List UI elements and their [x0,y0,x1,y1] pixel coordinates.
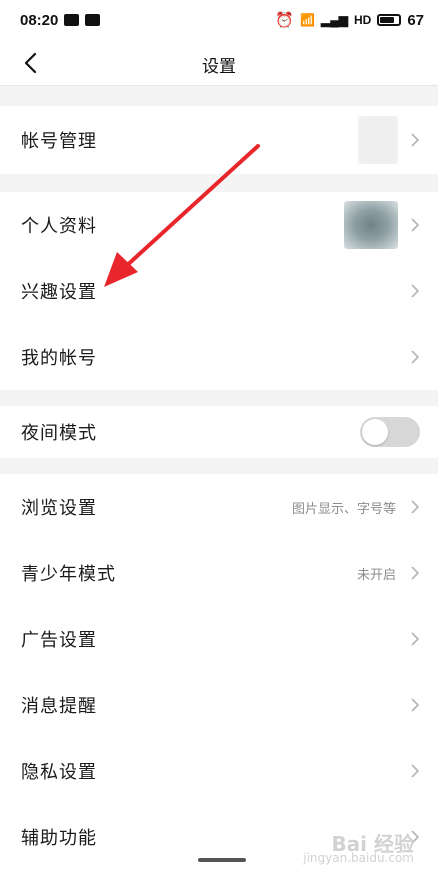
toggle-knob [362,419,388,445]
settings-row-my-account[interactable]: 我的帐号 [0,324,438,390]
watermark-url: jingyan.baidu.com [303,851,414,865]
row-detail: 图片显示、字号等 [291,501,396,517]
wifi-icon: 📶 [300,13,315,27]
signal-icon: ▂▄▆ [321,13,348,27]
watermark-logo-text: Bai 经验 [331,832,414,856]
row-label: 隐私设置 [21,762,97,783]
settings-row-personal-info[interactable]: 个人资料 [0,192,438,258]
settings-row-teen-mode[interactable]: 青少年模式 未开启 [0,540,438,606]
profile-group: 个人资料 兴趣设置 我的帐号 [0,192,438,390]
settings-row-privacy[interactable]: 隐私设置 [0,738,438,804]
nav-bar: 设置 [0,40,438,86]
settings-row-interest[interactable]: 兴趣设置 [0,258,438,324]
row-label: 浏览设置 [21,498,97,519]
settings-row-account-management[interactable]: 帐号管理 [0,106,438,174]
row-label: 广告设置 [21,630,97,651]
notification-icon [64,14,80,26]
battery-level: 67 [407,11,424,29]
chevron-right-icon [411,218,420,232]
profile-avatar [344,201,398,249]
settings-row-night-mode: 夜间模式 [0,406,438,458]
settings-row-browse[interactable]: 浏览设置 图片显示、字号等 [0,474,438,540]
baidu-watermark: Bai 经验 jingyan.baidu.com [303,832,414,865]
row-label: 青少年模式 [21,564,116,585]
settings-row-ads[interactable]: 广告设置 [0,606,438,672]
night-mode-toggle[interactable] [360,417,420,447]
chevron-right-icon [411,133,420,147]
settings-row-notifications[interactable]: 消息提醒 [0,672,438,738]
row-label: 消息提醒 [21,696,97,717]
image-icon [85,14,101,26]
alarm-icon: ⏰ [275,12,295,29]
chevron-right-icon [411,632,420,646]
chevron-right-icon [411,350,420,364]
row-label: 帐号管理 [21,131,97,152]
account-group: 帐号管理 [0,106,438,174]
row-label: 兴趣设置 [21,282,97,303]
row-detail: 未开启 [356,567,396,583]
hd-icon: HD [353,13,372,27]
chevron-right-icon [411,764,420,778]
chevron-right-icon [411,284,420,298]
row-label: 个人资料 [21,216,97,237]
status-time: 08:20 [20,11,59,29]
status-bar: 08:20 ⏰ 📶 ▂▄▆ HD 67 [0,0,438,40]
row-label: 夜间模式 [21,423,97,444]
row-label: 我的帐号 [21,348,97,369]
battery-icon [377,14,402,26]
chevron-right-icon [411,698,420,712]
page-title: 设置 [202,57,236,77]
account-avatar [358,116,398,164]
home-indicator[interactable] [198,858,246,862]
general-settings-group: 浏览设置 图片显示、字号等 青少年模式 未开启 广告设置 消息提醒 隐私设置 辅… [0,474,438,879]
chevron-right-icon [411,566,420,580]
display-group: 夜间模式 [0,406,438,458]
chevron-right-icon [411,500,420,514]
